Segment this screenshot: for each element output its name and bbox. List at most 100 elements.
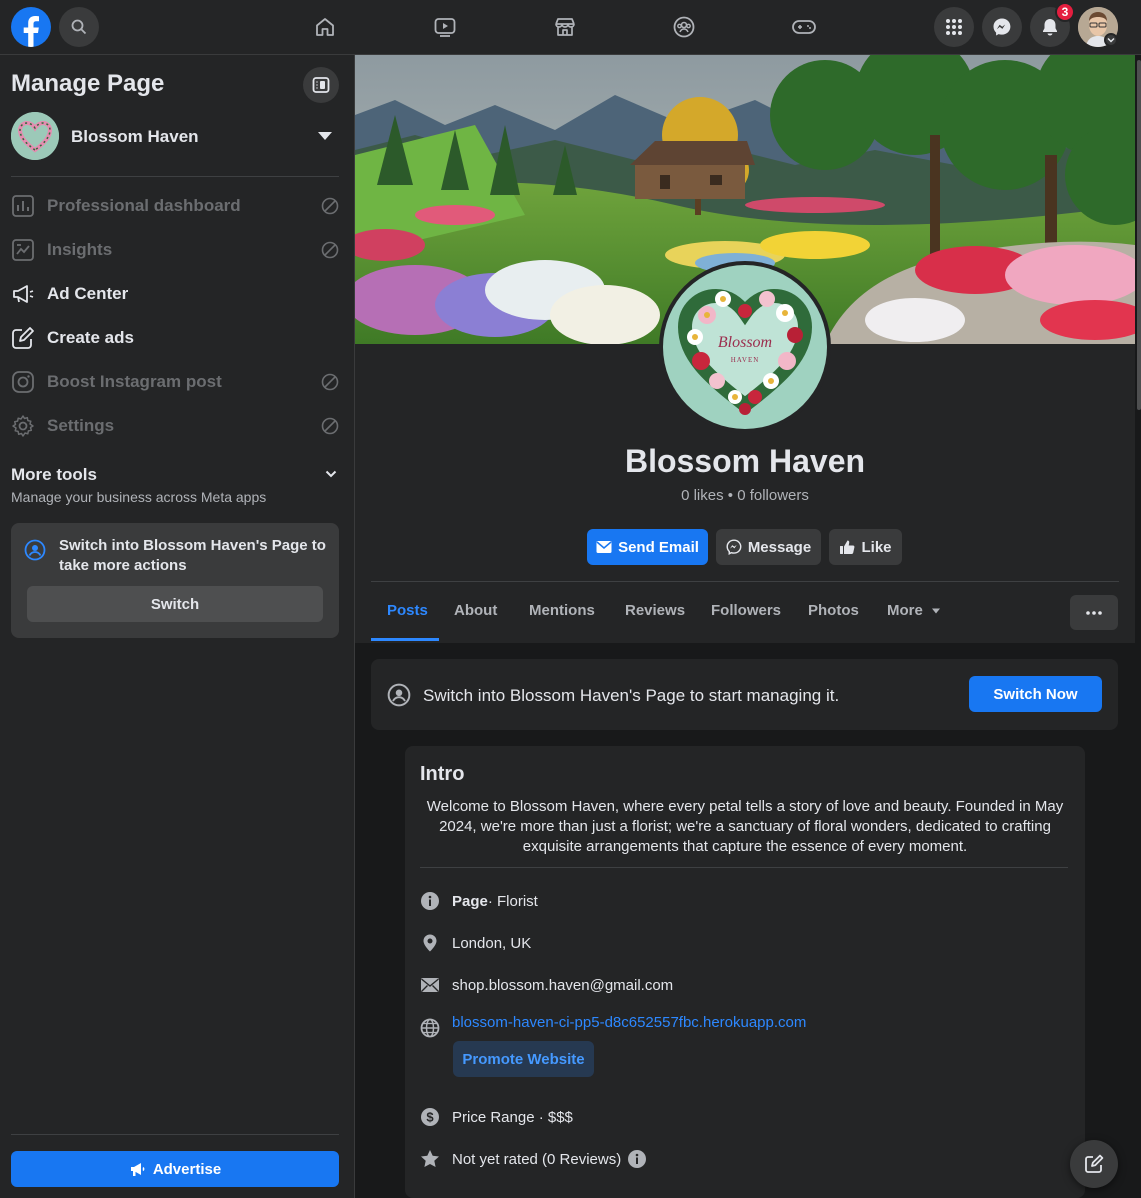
page-avatar[interactable]	[11, 112, 59, 160]
nav-home[interactable]	[310, 12, 340, 42]
collapse-sidebar-button[interactable]	[303, 67, 339, 103]
sidebar-item-ad-center[interactable]: Ad Center	[11, 274, 339, 314]
nav-video[interactable]	[430, 12, 460, 42]
dollar-icon: $	[420, 1107, 440, 1127]
scrollbar-thumb[interactable]	[1137, 60, 1141, 410]
insights-icon	[12, 239, 34, 261]
more-tools-title[interactable]: More tools	[11, 465, 97, 485]
tab-photos[interactable]: Photos	[808, 602, 859, 619]
search-icon	[71, 19, 87, 35]
sidebar-title: Manage Page	[11, 70, 165, 97]
intro-divider	[420, 867, 1068, 868]
price-range-text: Price Range · $$$	[452, 1108, 573, 1126]
sidebar-item-label: Professional dashboard	[47, 196, 241, 215]
chevron-down-icon[interactable]	[324, 467, 338, 481]
groups-icon	[673, 16, 695, 38]
website-link[interactable]: blossom-haven-ci-pp5-d8c652557fbc.heroku…	[452, 1014, 806, 1031]
send-email-label: Send Email	[618, 538, 699, 556]
tab-mentions[interactable]: Mentions	[529, 602, 595, 619]
banner-text: Switch into Blossom Haven's Page to star…	[423, 686, 840, 705]
send-email-button[interactable]: Send Email	[587, 529, 708, 565]
video-icon	[434, 18, 456, 37]
email-text[interactable]: shop.blossom.haven@gmail.com	[452, 977, 673, 994]
account-chevron-icon[interactable]	[1104, 33, 1118, 47]
gear-icon	[12, 415, 34, 437]
home-icon	[316, 18, 334, 36]
unavailable-icon	[321, 241, 339, 259]
page-switcher-caret-icon[interactable]	[318, 132, 332, 140]
page-main-content: Blossom HAVEN Blossom Haven 0 likes • 0 …	[355, 55, 1135, 1198]
sidebar-item-professional-dashboard[interactable]: Professional dashboard	[11, 186, 339, 226]
switch-now-button[interactable]: Switch Now	[969, 676, 1102, 712]
advertise-button[interactable]: Advertise	[11, 1151, 339, 1187]
svg-text:$: $	[426, 1110, 434, 1125]
facebook-logo-icon[interactable]	[11, 7, 51, 47]
promote-website-button[interactable]: Promote Website	[453, 1041, 594, 1077]
intro-description: Welcome to Blossom Haven, where every pe…	[426, 798, 1064, 855]
messenger-icon	[993, 18, 1011, 36]
tab-reviews[interactable]: Reviews	[625, 602, 685, 619]
sidebar-item-insights[interactable]: Insights	[11, 230, 339, 270]
megaphone-icon	[13, 285, 34, 303]
like-button[interactable]: Like	[829, 529, 902, 565]
new-message-button[interactable]	[1070, 1140, 1118, 1188]
switch-button[interactable]: Switch	[27, 586, 323, 622]
page-stats[interactable]: 0 likes • 0 followers	[355, 487, 1135, 504]
info-icon	[420, 891, 440, 911]
envelope-icon	[596, 541, 612, 553]
message-label: Message	[747, 538, 812, 556]
info-website: blossom-haven-ci-pp5-d8c652557fbc.heroku…	[420, 1014, 806, 1038]
sidebar-item-create-ads[interactable]: Create ads	[11, 318, 339, 358]
sidebar-item-label: Boost Instagram post	[47, 372, 222, 391]
compose-icon	[1085, 1154, 1104, 1173]
sidebar-item-boost-instagram[interactable]: Boost Instagram post	[11, 362, 339, 402]
tab-followers[interactable]: Followers	[711, 602, 781, 619]
info-email: shop.blossom.haven@gmail.com	[420, 975, 673, 995]
intro-title: Intro	[420, 763, 465, 785]
ellipsis-icon	[1086, 610, 1102, 615]
tab-about[interactable]: About	[454, 602, 497, 619]
manage-page-sidebar: Manage Page Blossom Haven Professional d…	[0, 55, 355, 1198]
star-icon	[420, 1149, 440, 1169]
profile-picture[interactable]: Blossom HAVEN	[659, 261, 831, 433]
search-button[interactable]	[59, 7, 99, 47]
info-rating: Not yet rated (0 Reviews)	[420, 1149, 647, 1169]
unavailable-icon	[321, 197, 339, 215]
page-switcher-name[interactable]: Blossom Haven	[71, 127, 199, 147]
info-location: London, UK	[420, 933, 531, 953]
intro-card: Intro Welcome to Blossom Haven, where ev…	[405, 746, 1085, 1198]
info-icon[interactable]	[627, 1149, 647, 1169]
sidebar-toggle-icon	[312, 77, 330, 93]
advertise-label: Advertise	[152, 1160, 222, 1178]
more-tools-subtitle: Manage your business across Meta apps	[11, 489, 267, 505]
active-tab-indicator	[371, 638, 439, 641]
location-pin-icon	[420, 933, 440, 953]
tab-more[interactable]: More	[887, 602, 941, 619]
switch-profile-icon	[24, 539, 46, 561]
megaphone-icon	[130, 1163, 145, 1176]
tab-posts[interactable]: Posts	[387, 602, 428, 619]
sidebar-item-label: Ad Center	[47, 284, 129, 303]
page-title: Blossom Haven	[624, 443, 866, 479]
more-options-button[interactable]	[1070, 595, 1118, 630]
nav-marketplace[interactable]	[550, 12, 580, 42]
caret-down-icon	[932, 608, 941, 614]
info-page-type: Page · Florist	[420, 891, 538, 911]
page-type-value: · Florist	[487, 892, 538, 910]
switch-card-text: Switch into Blossom Haven's Page to take…	[59, 537, 326, 574]
nav-groups[interactable]	[669, 12, 699, 42]
message-button[interactable]: Message	[716, 529, 821, 565]
tab-more-label: More	[887, 602, 923, 619]
messenger-button[interactable]	[982, 7, 1022, 47]
menu-button[interactable]	[934, 7, 974, 47]
nav-gaming[interactable]	[789, 12, 819, 42]
sidebar-bottom-divider	[11, 1134, 339, 1135]
sidebar-divider	[11, 176, 339, 177]
rating-text: Not yet rated (0 Reviews)	[452, 1150, 622, 1168]
sidebar-item-settings[interactable]: Settings	[11, 406, 339, 446]
grid-menu-icon	[946, 19, 962, 35]
instagram-icon	[12, 371, 34, 393]
top-navigation-bar: 3	[0, 0, 1141, 55]
sidebar-item-label: Create ads	[47, 328, 134, 347]
switch-profile-icon	[387, 683, 411, 707]
